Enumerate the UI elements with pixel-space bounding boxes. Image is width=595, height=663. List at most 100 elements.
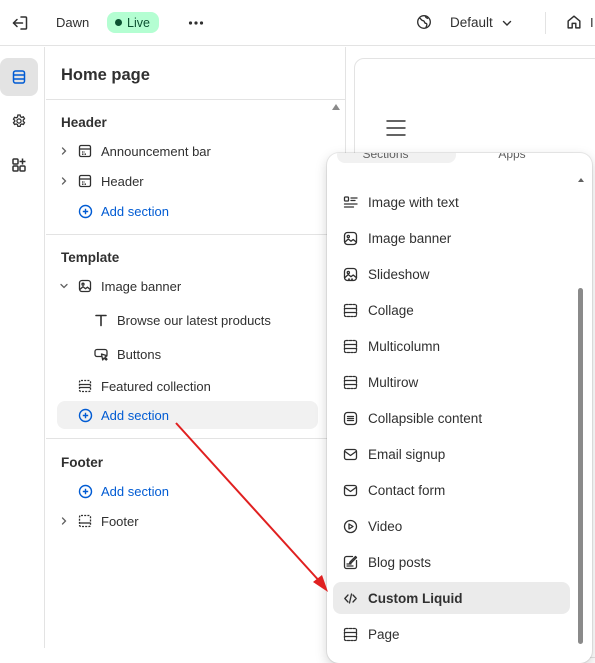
exit-icon[interactable] [10,13,30,33]
section-option-label: Video [368,518,403,534]
play-icon [342,518,358,534]
section-option-page[interactable]: Page [333,618,570,650]
collapsible-icon [342,410,358,426]
template-select[interactable]: Default [450,15,513,30]
section-option-blog-posts[interactable]: Blog posts [333,546,570,578]
section-footer[interactable]: Footer [57,507,319,535]
left-rail [0,47,45,648]
template-group-title: Template [61,250,120,265]
sections-panel: Home page Header Announcement bar Header… [46,47,346,648]
divider [46,99,346,100]
block-label: Browse our latest products [117,312,271,328]
section-header[interactable]: Header [57,167,319,195]
section-option-video[interactable]: Video [333,510,570,542]
text-icon [93,312,109,328]
app-embeds-button[interactable] [0,146,38,184]
code-icon [342,590,358,606]
section-announcement-bar[interactable]: Announcement bar [57,137,319,165]
section-option-label: Email signup [368,446,446,462]
add-section-label: Add section [101,483,169,499]
live-badge-label: Live [127,15,150,30]
divider [46,234,346,235]
section-option-contact-form[interactable]: Contact form [333,474,570,506]
columns-icon [342,338,358,354]
scroll-up-arrow-icon[interactable] [578,178,584,182]
block-label: Buttons [117,346,162,362]
globe-icon[interactable] [415,13,433,31]
section-option-label: Image with text [368,194,459,210]
add-section-popover: Sections Apps Image with text Image banne… [327,153,592,663]
image-icon [77,278,93,294]
template-select-label: Default [450,15,493,30]
section-option-label: Contact form [368,482,446,498]
section-option-multirow[interactable]: Multirow [333,366,570,398]
section-label: Announcement bar [101,143,211,159]
chevron-right-icon[interactable] [57,144,71,158]
scroll-up-arrow-icon[interactable] [332,104,340,110]
section-option-slideshow[interactable]: Slideshow [333,258,570,290]
top-bar: Dawn Live Default I [0,0,595,46]
popover-tabs: Sections Apps [335,153,579,165]
add-section-header-button[interactable]: Add section [57,197,319,225]
theme-name: Dawn [56,15,90,30]
section-option-image-banner[interactable]: Image banner [333,222,570,254]
plus-circle-icon [77,203,93,219]
section-layout-icon [77,378,93,394]
button-cursor-icon [93,346,109,362]
add-section-footer-button[interactable]: Add section [57,477,319,505]
page-title: Home page [61,66,150,84]
section-option-collapsible-content[interactable]: Collapsible content [333,402,570,434]
section-label: Featured collection [101,378,211,394]
section-layout-icon [77,513,93,529]
live-dot-icon [115,19,122,26]
email-icon [342,482,358,498]
section-option-custom-liquid[interactable]: Custom Liquid [333,582,570,614]
section-option-collage[interactable]: Collage [333,294,570,326]
add-section-label: Add section [101,407,169,423]
home-icon[interactable] [565,13,583,31]
chevron-right-icon[interactable] [57,514,71,528]
section-option-label: Collage [368,302,414,318]
tab-apps[interactable]: Apps [466,153,578,163]
image-with-text-icon [342,194,358,210]
plus-circle-icon [77,407,93,423]
tab-sections[interactable]: Sections [337,153,456,163]
chevron-right-icon[interactable] [57,174,71,188]
section-option-label: Image banner [368,230,452,246]
section-option-multicolumn[interactable]: Multicolumn [333,330,570,362]
sections-icon [12,70,26,84]
section-option-label: Collapsible content [368,410,483,426]
add-section-template-button[interactable]: Add section [57,401,318,429]
email-icon [342,446,358,462]
block-heading[interactable]: Browse our latest products [93,306,319,334]
apps-icon [12,158,26,172]
section-option-image-with-text[interactable]: Image with text [333,186,570,218]
footer-group-title: Footer [61,455,103,470]
slideshow-icon [342,266,358,282]
rows-icon [342,374,358,390]
section-featured-collection[interactable]: Featured collection [57,372,319,400]
section-option-label: Custom Liquid [368,590,463,606]
block-buttons[interactable]: Buttons [93,340,319,368]
gear-icon [12,114,26,127]
popover-scrollbar[interactable] [578,288,583,644]
section-option-label: Multirow [368,374,419,390]
page-icon [342,626,358,642]
more-actions-icon[interactable] [186,13,206,33]
section-option-label: Page [368,626,400,642]
menu-icon[interactable] [386,118,406,138]
live-badge: Live [107,12,159,33]
add-section-label: Add section [101,203,169,219]
section-layout-icon [77,143,93,159]
section-label: Header [101,173,144,189]
section-layout-icon [77,173,93,189]
section-image-banner[interactable]: Image banner [57,272,319,300]
sections-nav-button[interactable] [0,58,38,96]
chevron-down-icon[interactable] [57,279,71,293]
section-option-label: Slideshow [368,266,430,282]
theme-settings-button[interactable] [0,102,38,140]
section-option-email-signup[interactable]: Email signup [333,438,570,470]
header-group-title: Header [61,115,107,130]
topbar-divider [545,12,546,34]
home-label-partial[interactable]: I [590,15,594,30]
